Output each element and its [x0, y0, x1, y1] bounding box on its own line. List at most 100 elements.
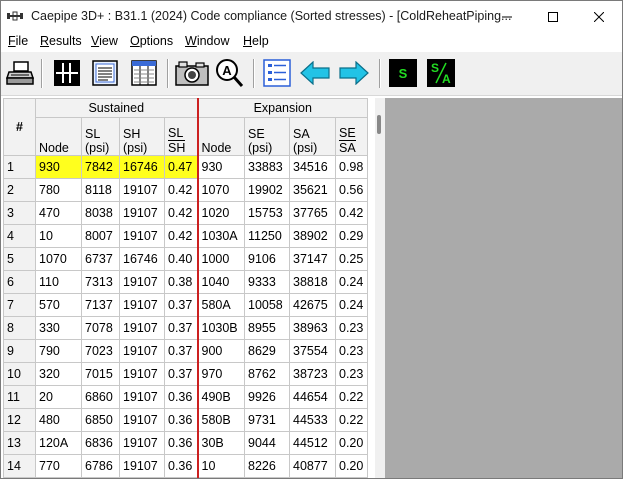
row-number: 5	[3, 247, 36, 271]
list-icon	[92, 60, 118, 86]
list-button[interactable]	[90, 58, 120, 88]
sustained-group-header: Sustained	[35, 98, 199, 118]
menu-window[interactable]: Window	[185, 34, 229, 48]
sh-cell: 19107	[119, 201, 165, 225]
sl-header[interactable]: SL (psi)	[81, 117, 120, 156]
table-row[interactable]: 1 930 7842 16746 0.47 930 33883 34516 0.98	[3, 155, 368, 179]
sa-cell: 38902	[289, 224, 336, 248]
se-ratio-label-bottom: A	[442, 72, 451, 86]
sl-sh-ratio-cell: 0.37	[164, 362, 199, 386]
menu-results[interactable]: Results	[40, 34, 82, 48]
previous-button[interactable]	[300, 58, 330, 88]
menu-options[interactable]: Options	[130, 34, 173, 48]
sl-sh-ratio-cell: 0.42	[164, 201, 199, 225]
stress-grid[interactable]: # Sustained Expansion Node SL (psi) SH (ps…	[3, 98, 375, 478]
menu-help[interactable]: Help	[243, 34, 269, 48]
table-row[interactable]: 14 770 6786 19107 0.36 10 8226 40877 0.20	[3, 454, 368, 478]
stress-table-body: 1 930 7842 16746 0.47 930 33883 34516 0.98 2 780 81…	[3, 155, 368, 478]
sl-sh-ratio-cell: 0.37	[164, 316, 199, 340]
sh-cell: 16746	[119, 155, 165, 179]
table-row[interactable]: 8 330 7078 19107 0.37 1030B 8955 38963 0.23	[3, 316, 368, 340]
se-sa-ratio-cell: 0.42	[335, 201, 368, 225]
table-row[interactable]: 11 20 6860 19107 0.36 490B 9926 44654 0.22	[3, 385, 368, 409]
sustained-node-cell: 780	[35, 178, 82, 202]
expansion-node-cell: 970	[197, 362, 245, 386]
graphics-button[interactable]	[52, 58, 82, 88]
sl-sh-ratio-cell: 0.36	[164, 408, 199, 432]
sl-sh-ratio-header[interactable]: SL SH	[164, 117, 199, 156]
se-ratio-button[interactable]: S A	[426, 58, 456, 88]
vertical-scrollbar[interactable]	[375, 98, 385, 478]
sl-sh-ratio-cell: 0.36	[164, 454, 199, 478]
table-row[interactable]: 10 320 7015 19107 0.37 970 8762 38723 0.23	[3, 362, 368, 386]
sustained-node-cell: 330	[35, 316, 82, 340]
window-title: Caepipe 3D+ : B31.1 (2024) Code complian…	[31, 9, 512, 23]
print-button[interactable]	[5, 58, 35, 88]
sa-cell: 38723	[289, 362, 336, 386]
sa-header[interactable]: SA (psi)	[289, 117, 336, 156]
camera-button[interactable]	[175, 58, 209, 88]
toolbar: A S S A	[1, 52, 622, 96]
se-cell: 9731	[244, 408, 290, 432]
sl-cell: 7015	[81, 362, 120, 386]
sa-cell: 37765	[289, 201, 336, 225]
maximize-button[interactable]	[530, 1, 576, 32]
columns-button[interactable]	[129, 58, 159, 88]
expansion-node-header[interactable]: Node	[197, 117, 245, 156]
scrollbar-thumb[interactable]	[377, 115, 381, 134]
menu-view[interactable]: View	[91, 34, 118, 48]
sh-header[interactable]: SH (psi)	[119, 117, 165, 156]
title-bar: Caepipe 3D+ : B31.1 (2024) Code complian…	[1, 1, 622, 32]
sustained-node-cell: 10	[35, 224, 82, 248]
sl-sh-ratio-cell: 0.36	[164, 431, 199, 455]
zoom-button[interactable]: A	[214, 58, 244, 88]
se-cell: 10058	[244, 293, 290, 317]
expansion-node-cell: 930	[197, 155, 245, 179]
table-row[interactable]: 2 780 8118 19107 0.42 1070 19902 35621 0.56	[3, 178, 368, 202]
next-button[interactable]	[339, 58, 369, 88]
sustained-node-header[interactable]: Node	[35, 117, 82, 156]
table-row[interactable]: 7 570 7137 19107 0.37 580A 10058 42675 0.24	[3, 293, 368, 317]
se-header[interactable]: SE (psi)	[244, 117, 290, 156]
svg-text:A: A	[222, 63, 232, 78]
sl-sh-ratio-cell: 0.42	[164, 178, 199, 202]
se-sa-ratio-header[interactable]: SE SA	[335, 117, 368, 156]
sl-cell: 7842	[81, 155, 120, 179]
menu-file[interactable]: File	[8, 34, 28, 48]
expansion-node-cell: 1000	[197, 247, 245, 271]
sustained-node-cell: 470	[35, 201, 82, 225]
se-sa-ratio-cell: 0.22	[335, 408, 368, 432]
table-row[interactable]: 4 10 8007 19107 0.42 1030A 11250 38902 0.29	[3, 224, 368, 248]
se-cell: 9333	[244, 270, 290, 294]
sustained-node-cell: 20	[35, 385, 82, 409]
table-row[interactable]: 3 470 8038 19107 0.42 1020 15753 37765 0.42	[3, 201, 368, 225]
table-row[interactable]: 6 110 7313 19107 0.38 1040 9333 38818 0.24	[3, 270, 368, 294]
table-row[interactable]: 12 480 6850 19107 0.36 580B 9731 44533 0.22	[3, 408, 368, 432]
expansion-node-cell: 1070	[197, 178, 245, 202]
row-number: 12	[3, 408, 36, 432]
details-button[interactable]	[262, 58, 292, 88]
se-sa-ratio-cell: 0.98	[335, 155, 368, 179]
previous-arrow-icon	[300, 61, 330, 85]
maximize-icon	[548, 11, 558, 22]
sustained-node-cell: 480	[35, 408, 82, 432]
expansion-node-cell: 580A	[197, 293, 245, 317]
sl-cell: 8038	[81, 201, 120, 225]
close-button[interactable]	[576, 1, 622, 32]
table-row[interactable]: 5 1070 6737 16746 0.40 1000 9106 37147 0.25	[3, 247, 368, 271]
sl-sh-ratio-cell: 0.37	[164, 293, 199, 317]
sustained-node-cell: 570	[35, 293, 82, 317]
table-row[interactable]: 9 790 7023 19107 0.37 900 8629 37554 0.23	[3, 339, 368, 363]
se-cell: 9926	[244, 385, 290, 409]
sl-ratio-button[interactable]: S	[388, 58, 418, 88]
sustained-node-cell: 120A	[35, 431, 82, 455]
se-ratio-icon: S A	[427, 59, 455, 87]
minimize-button[interactable]	[484, 1, 530, 32]
sl-sh-ratio-cell: 0.36	[164, 385, 199, 409]
table-row[interactable]: 13 120A 6836 19107 0.36 30B 9044 44512 0.20	[3, 431, 368, 455]
sl-cell: 6850	[81, 408, 120, 432]
se-cell: 19902	[244, 178, 290, 202]
row-number: 6	[3, 270, 36, 294]
toolbar-separator	[253, 59, 255, 88]
sh-cell: 19107	[119, 454, 165, 478]
